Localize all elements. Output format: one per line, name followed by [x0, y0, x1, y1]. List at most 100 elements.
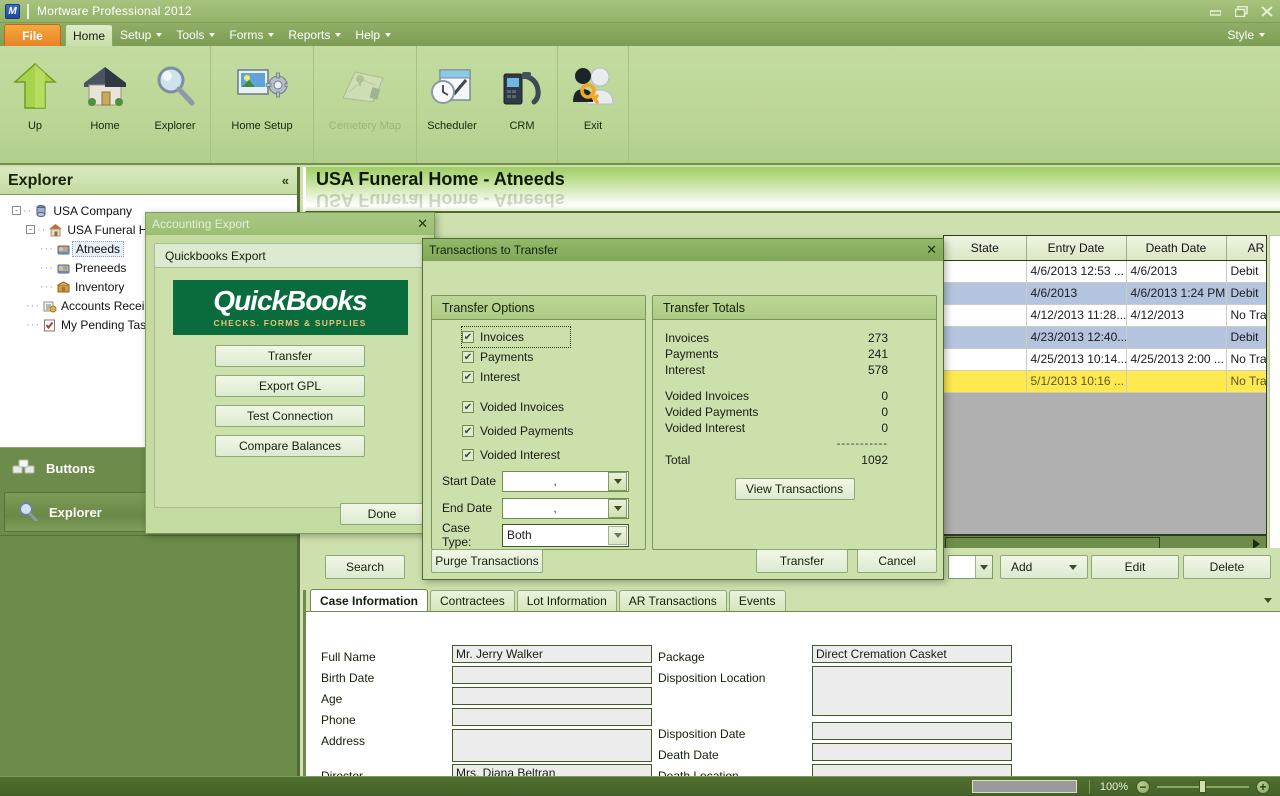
end-date-input[interactable]: , [502, 497, 629, 519]
column-header-state[interactable]: State [944, 236, 1027, 261]
restore-icon[interactable] [1228, 0, 1254, 22]
transfer-totals-title: Transfer Totals [653, 296, 936, 320]
close-icon[interactable]: ✕ [417, 216, 428, 232]
menu-tools[interactable]: Tools [169, 24, 222, 46]
table-row[interactable]: 4/25/2013 10:14... 4/25/2013 2:00 ... No… [944, 348, 1266, 371]
checkbox-label: Voided Payments [480, 424, 574, 438]
tab-events[interactable]: Events [728, 590, 786, 611]
toolbar-button-home[interactable]: Home [70, 46, 140, 163]
tab-file[interactable]: File [4, 24, 61, 46]
close-icon[interactable] [1254, 0, 1280, 22]
tree-label: USA Company [53, 203, 133, 218]
zoom-slider-thumb[interactable] [1199, 780, 1206, 793]
purge-transactions-button[interactable]: Purge Transactions [431, 549, 543, 573]
total-label: Interest [665, 363, 706, 377]
tab-contractees[interactable]: Contractees [430, 590, 515, 611]
column-header-entry-date[interactable]: Entry Date [1026, 236, 1127, 261]
column-header-death-date[interactable]: Death Date [1126, 236, 1227, 261]
zoom-slider[interactable] [1157, 780, 1249, 794]
test-connection-button[interactable]: Test Connection [215, 405, 365, 427]
transactions-dialog-titlebar[interactable]: Transactions to Transfer ✕ [423, 239, 943, 261]
chevron-down-icon[interactable] [1264, 598, 1272, 603]
collapse-panel-icon[interactable]: « [282, 173, 289, 188]
start-date-row: Start Date , [442, 470, 645, 492]
records-grid[interactable]: State Entry Date Death Date AR 4/6/2013 … [943, 235, 1267, 535]
expander-icon[interactable]: - [26, 225, 35, 234]
input-phone[interactable] [452, 708, 652, 726]
grid-vertical-scrollbar[interactable] [1269, 235, 1280, 552]
accounting-export-titlebar[interactable]: Accounting Export ✕ [146, 213, 434, 235]
tab-lot-information[interactable]: Lot Information [516, 590, 617, 611]
table-row[interactable]: 4/6/2013 4/6/2013 1:24 PM Debit [944, 282, 1266, 305]
checkbox-voided-payments[interactable]: ✔ Voided Payments [462, 421, 645, 441]
export-gpl-button[interactable]: Export GPL [215, 375, 365, 397]
checkbox-voided-invoices[interactable]: ✔ Voided Invoices [462, 397, 645, 417]
input-package[interactable]: Direct Cremation Casket [812, 645, 1012, 663]
toolbar-button-exit[interactable]: Exit [558, 46, 628, 163]
input-address[interactable] [452, 729, 652, 762]
toolbar-button-scheduler[interactable]: Scheduler [417, 46, 487, 163]
table-row[interactable]: 4/12/2013 11:28... 4/12/2013 No Tra [944, 304, 1266, 327]
chevron-down-icon[interactable] [975, 556, 992, 578]
transfer-button[interactable]: Transfer [215, 345, 365, 367]
cancel-button[interactable]: Cancel [857, 549, 937, 573]
menu-style[interactable]: Style [1220, 24, 1272, 46]
total-value: 0 [881, 389, 888, 403]
tab-case-information[interactable]: Case Information [310, 589, 429, 611]
menu-reports[interactable]: Reports [281, 24, 348, 46]
minimize-icon[interactable] [1202, 0, 1228, 22]
toolbar-button-explorer[interactable]: Explorer [140, 46, 210, 163]
checkbox-invoices[interactable]: ✔ Invoices [461, 326, 571, 348]
toolbar-group-exit: Exit [558, 46, 629, 163]
search-button[interactable]: Search [325, 555, 405, 579]
menu-forms[interactable]: Forms [222, 24, 281, 46]
compare-balances-button[interactable]: Compare Balances [215, 435, 365, 457]
toolbar-button-home-setup[interactable]: Home Setup [211, 46, 313, 163]
tab-ar-transactions[interactable]: AR Transactions [618, 590, 727, 611]
menu-forms-label: Forms [229, 28, 264, 42]
menu-setup[interactable]: Setup [113, 24, 169, 46]
expander-icon[interactable]: - [12, 206, 21, 215]
toolbar-button-crm[interactable]: CRM [487, 46, 557, 163]
total-label: Voided Invoices [665, 389, 750, 403]
close-icon[interactable]: ✕ [926, 242, 937, 258]
tab-home[interactable]: Home [65, 24, 113, 46]
scroll-right-arrow-icon[interactable] [1253, 538, 1260, 549]
checkbox-interest[interactable]: ✔ Interest [462, 367, 645, 387]
input-birth-date[interactable] [452, 666, 652, 684]
case-type-select[interactable]: Both [502, 523, 629, 547]
edit-button[interactable]: Edit [1091, 555, 1179, 579]
checkbox-label: Invoices [480, 330, 525, 344]
start-date-input[interactable]: , [502, 470, 629, 492]
toolbar-button-cemetery-map[interactable]: Cemetery Map [314, 46, 416, 163]
total-value: 241 [867, 347, 888, 361]
add-button[interactable]: Add [1000, 555, 1088, 579]
atneeds-icon [55, 241, 71, 257]
checkbox-voided-interest[interactable]: ✔ Voided Interest [462, 445, 645, 465]
table-row[interactable]: 5/1/2013 10:16 ... No Tra [944, 370, 1266, 393]
input-age[interactable] [452, 687, 652, 705]
done-button[interactable]: Done [340, 503, 424, 525]
toolbar-button-up[interactable]: Up [0, 46, 70, 163]
input-disposition-location[interactable] [812, 666, 1012, 716]
transfer-options-list: ✔ Invoices ✔ Payments ✔ Interest ✔ Voide… [432, 320, 645, 549]
delete-button[interactable]: Delete [1183, 555, 1271, 579]
record-filter-combo[interactable] [948, 555, 993, 579]
input-disposition-date[interactable] [812, 722, 1012, 740]
table-row[interactable]: 4/23/2013 12:40... Debit [944, 326, 1266, 349]
input-death-date[interactable] [812, 743, 1012, 761]
zoom-in-button[interactable]: + [1256, 779, 1270, 794]
table-row[interactable]: 4/6/2013 12:53 ... 4/6/2013 Debit [944, 260, 1266, 283]
transfer-button[interactable]: Transfer [756, 549, 848, 573]
column-header-ar[interactable]: AR [1226, 236, 1266, 261]
chevron-down-icon[interactable] [608, 525, 627, 545]
calendar-dropdown-icon[interactable] [608, 498, 627, 518]
zoom-out-button[interactable]: − [1136, 779, 1150, 794]
view-transactions-button[interactable]: View Transactions [734, 478, 855, 500]
calendar-dropdown-icon[interactable] [608, 471, 627, 491]
input-full-name[interactable]: Mr. Jerry Walker [452, 645, 652, 663]
chevron-down-icon[interactable] [1069, 564, 1077, 570]
cell-entry-date: 4/23/2013 12:40... [1026, 326, 1127, 349]
checkbox-payments[interactable]: ✔ Payments [462, 347, 645, 367]
menu-help[interactable]: Help [348, 24, 398, 46]
